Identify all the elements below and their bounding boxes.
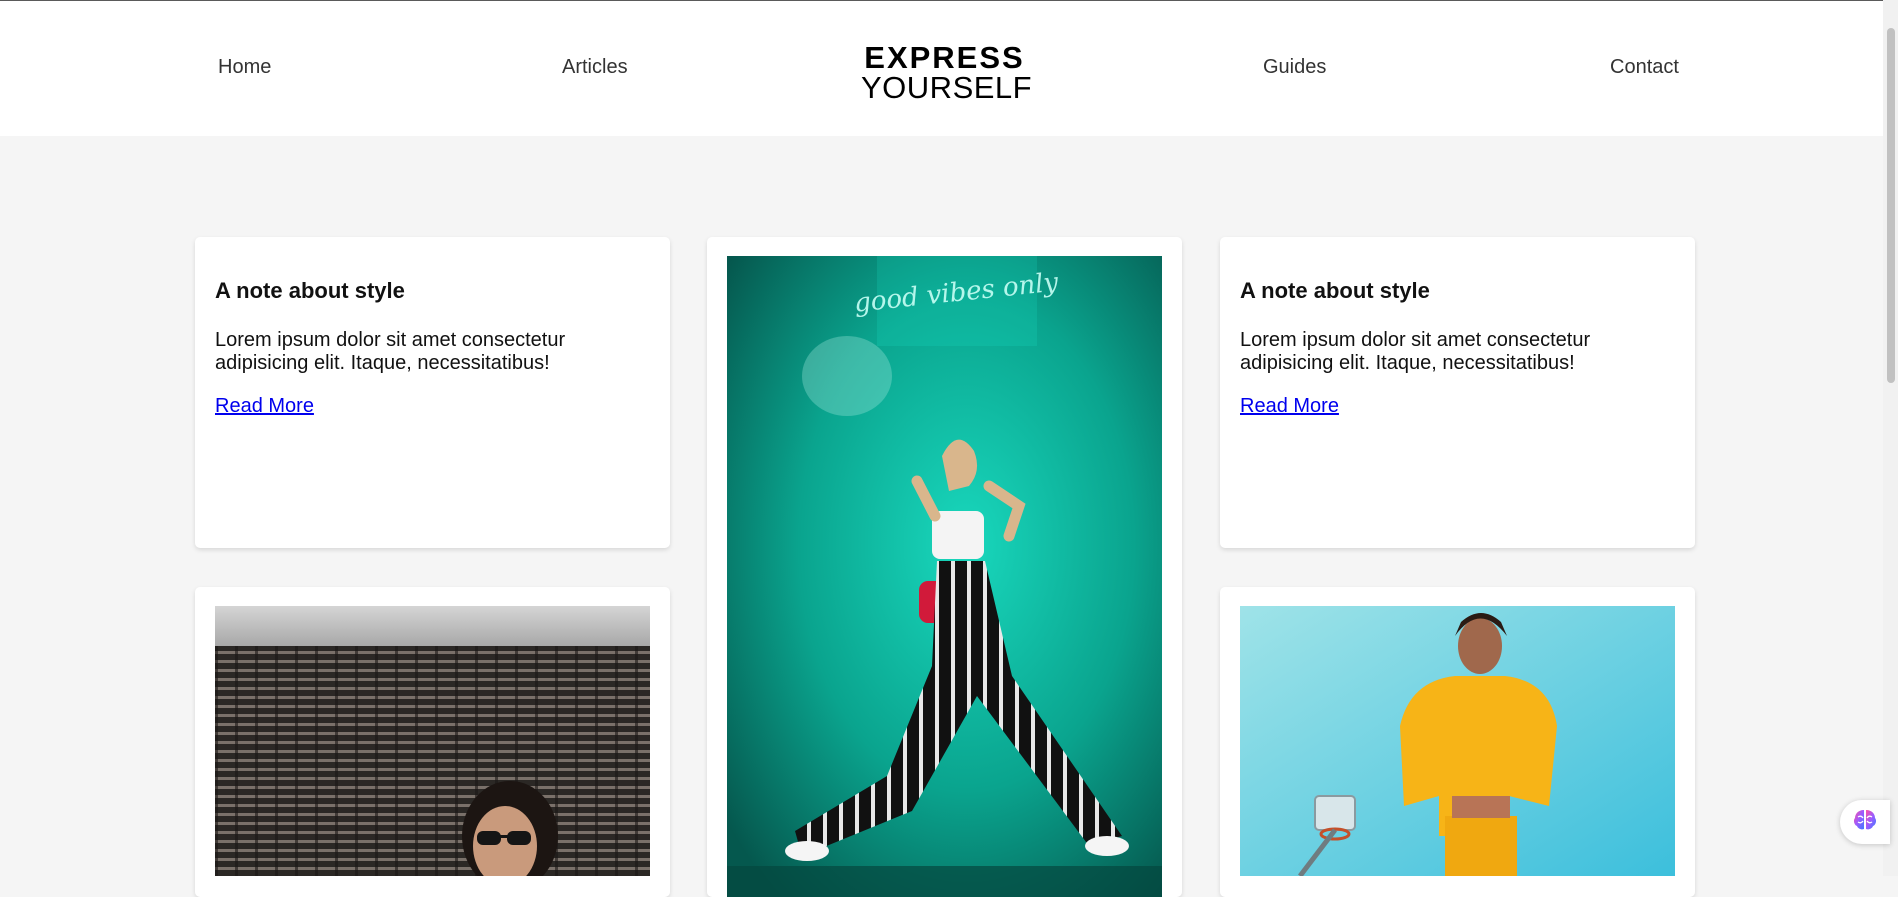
nav-articles[interactable]: Articles (562, 56, 628, 79)
article-card-left: A note about style Lorem ipsum dolor sit… (195, 237, 670, 548)
nav-contact[interactable]: Contact (1610, 56, 1679, 79)
logo-line-1: EXPRESS (864, 40, 1025, 75)
site-header: Home Articles EXPRESS YOURSELF Guides Co… (0, 1, 1898, 136)
read-more-link[interactable]: Read More (1240, 395, 1339, 418)
read-more-link[interactable]: Read More (215, 395, 314, 418)
nav-home[interactable]: Home (218, 56, 271, 79)
fashion-photo-teal: good vibes only (727, 256, 1162, 897)
logo-line-2: YOURSELF (861, 70, 1033, 105)
fashion-photo-yellow-hoodie (1240, 606, 1675, 876)
card-body: Lorem ipsum dolor sit amet consectetur a… (1240, 329, 1591, 374)
card-title: A note about style (1240, 278, 1430, 303)
card-body: Lorem ipsum dolor sit amet consectetur a… (215, 329, 566, 374)
photo-card-bottom-left (195, 587, 670, 897)
photo-card-center: good vibes only (707, 237, 1182, 897)
nav-guides[interactable]: Guides (1263, 56, 1326, 79)
brain-icon (1852, 808, 1878, 837)
fashion-photo-sunglasses (215, 606, 650, 876)
site-logo[interactable]: EXPRESS YOURSELF (861, 40, 1033, 105)
brain-extension-button[interactable] (1840, 800, 1890, 844)
article-card-right: A note about style Lorem ipsum dolor sit… (1220, 237, 1695, 548)
scrollbar-thumb[interactable] (1887, 28, 1895, 383)
photo-card-bottom-right (1220, 587, 1695, 897)
card-title: A note about style (215, 278, 405, 303)
